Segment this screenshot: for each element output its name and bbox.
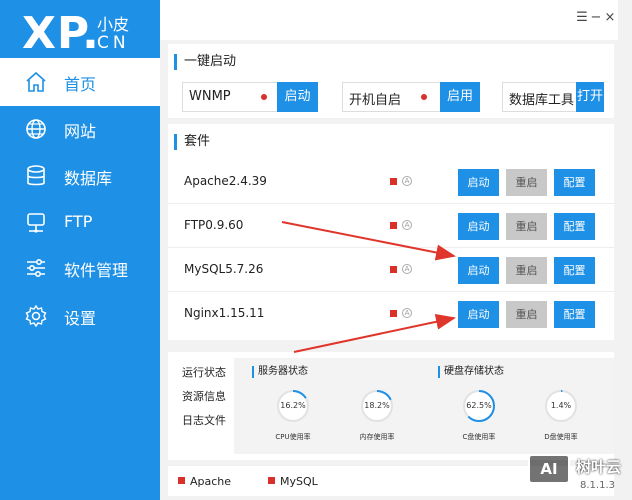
resource-info-panel: 服务器状态 硬盘存储状态 16.2% CPU使用率 18.2% 内存使用率 62… [234, 358, 614, 454]
dbtools-open-button[interactable]: 打开 [576, 82, 604, 112]
status-dot [261, 94, 267, 100]
sidebar-item-ftp[interactable]: FTP [0, 199, 160, 247]
status-indicator [390, 266, 397, 273]
ftp-config-button[interactable]: 配置 [554, 213, 595, 240]
legend-apache: Apache [178, 475, 231, 488]
window-edge [618, 0, 632, 500]
nginx-restart-button[interactable]: 重启 [506, 301, 547, 328]
sidebar: XP. 小皮 CN 首页 网站 数据库 FTP 软件管理 设置 [0, 0, 160, 500]
ftp-restart-button[interactable]: 重启 [506, 213, 547, 240]
tab-resource-info[interactable]: 资源信息 [182, 388, 242, 408]
quickstart-panel: 一键启动 WNMP 启动 开机自启 启用 数据库工具 打开 [168, 44, 614, 118]
sidebar-item-database[interactable]: 数据库 [0, 152, 160, 200]
sidebar-item-software[interactable]: 软件管理 [0, 244, 160, 292]
status-panel: 运行状态 资源信息 日志文件 服务器状态 硬盘存储状态 16.2% CPU使用率… [168, 352, 614, 460]
tab-run-status[interactable]: 运行状态 [182, 364, 242, 384]
watermark-text: 树叶云 [576, 458, 622, 476]
sidebar-item-settings[interactable]: 设置 [0, 292, 160, 340]
service-row-nginx: Nginx1.15.11 A 启动 重启 配置 [168, 292, 614, 336]
quickstart-title: 一键启动 [174, 54, 236, 70]
main-area: ☰ − × 一键启动 WNMP 启动 开机自启 启用 数据库工具 打开 套件 A… [160, 0, 618, 500]
title-bar: ☰ − × [160, 0, 618, 40]
nginx-start-button[interactable]: 启动 [458, 301, 499, 328]
quickstart-dbtools: 数据库工具 打开 [502, 82, 604, 112]
wnmp-start-button[interactable]: 启动 [277, 82, 318, 112]
memory-gauge: 18.2% 内存使用率 [342, 388, 412, 452]
auto-icon: A [402, 220, 412, 230]
sliders-icon [24, 256, 48, 280]
legend-mysql: MySQL [268, 475, 318, 488]
database-icon [24, 164, 48, 188]
mysql-restart-button[interactable]: 重启 [506, 257, 547, 284]
home-icon [24, 70, 48, 94]
auto-icon: A [402, 308, 412, 318]
legend-swatch [178, 477, 185, 484]
service-row-apache: Apache2.4.39 A 启动 重启 配置 [168, 160, 614, 204]
cpu-gauge: 16.2% CPU使用率 [258, 388, 328, 452]
apache-config-button[interactable]: 配置 [554, 169, 595, 196]
watermark-badge: AI [528, 454, 570, 484]
server-icon [24, 211, 48, 235]
disk-status-title: 硬盘存储状态 [438, 366, 504, 378]
status-indicator [390, 222, 397, 229]
apache-restart-button[interactable]: 重启 [506, 169, 547, 196]
service-row-mysql: MySQL5.7.26 A 启动 重启 配置 [168, 248, 614, 292]
auto-icon: A [402, 176, 412, 186]
globe-icon [24, 117, 48, 141]
quickstart-autostart: 开机自启 启用 [342, 82, 480, 112]
version-label: 8.1.1.3 [580, 480, 615, 491]
c-drive-gauge: 62.5% C盘使用率 [444, 388, 514, 452]
server-status-title: 服务器状态 [252, 366, 308, 378]
sidebar-item-website[interactable]: 网站 [0, 105, 160, 153]
status-dot [421, 94, 427, 100]
app-logo: XP. 小皮 CN [22, 8, 130, 59]
mysql-config-button[interactable]: 配置 [554, 257, 595, 284]
ftp-start-button[interactable]: 启动 [458, 213, 499, 240]
close-icon[interactable]: × [602, 10, 618, 26]
status-indicator [390, 178, 397, 185]
watermark: AI 树叶云 8.1.1.3 [528, 452, 632, 500]
mysql-start-button[interactable]: 启动 [458, 257, 499, 284]
sidebar-item-home[interactable]: 首页 [0, 58, 160, 106]
suite-panel: 套件 Apache2.4.39 A 启动 重启 配置 FTP0.9.60 A 启… [168, 124, 614, 340]
d-drive-gauge: 1.4% D盘使用率 [526, 388, 596, 452]
nginx-config-button[interactable]: 配置 [554, 301, 595, 328]
quickstart-wnmp: WNMP 启动 [182, 82, 318, 112]
auto-icon: A [402, 264, 412, 274]
gear-icon [24, 304, 48, 328]
apache-start-button[interactable]: 启动 [458, 169, 499, 196]
tab-log-files[interactable]: 日志文件 [182, 412, 242, 432]
suite-title: 套件 [174, 134, 210, 150]
autostart-enable-button[interactable]: 启用 [440, 82, 480, 112]
status-indicator [390, 310, 397, 317]
legend-swatch [268, 477, 275, 484]
service-row-ftp: FTP0.9.60 A 启动 重启 配置 [168, 204, 614, 248]
